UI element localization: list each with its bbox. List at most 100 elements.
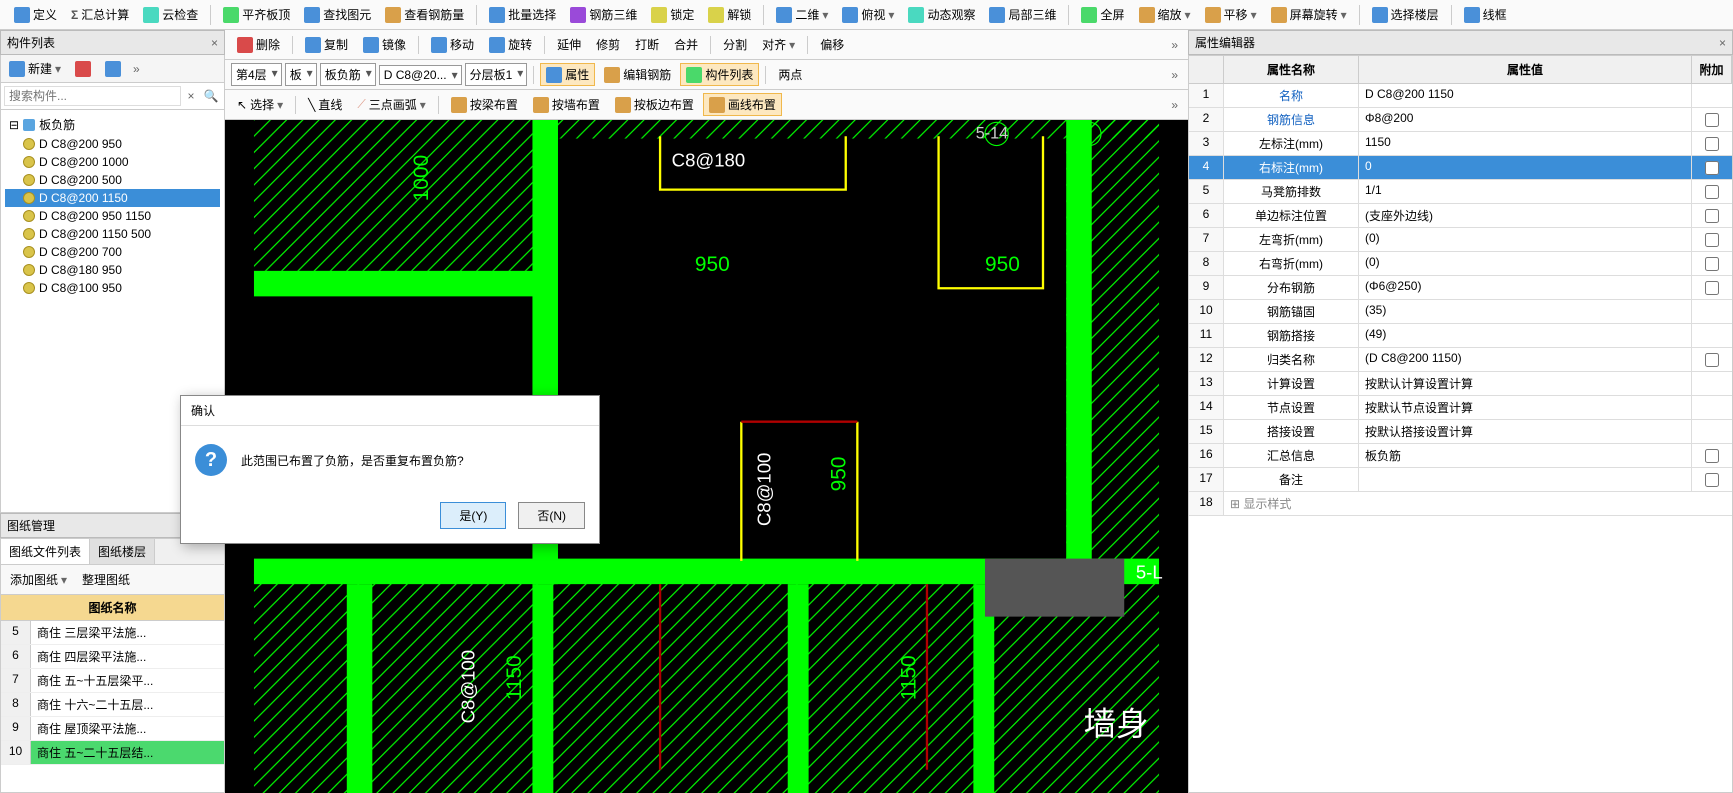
break-button[interactable]: 打断: [629, 33, 665, 56]
tree-item[interactable]: D C8@200 950: [5, 135, 220, 153]
define-button[interactable]: 定义: [8, 3, 63, 26]
lock-button[interactable]: 锁定: [645, 3, 700, 26]
two-point-button[interactable]: 两点: [772, 63, 808, 86]
tab-floor-list[interactable]: 图纸楼层: [90, 539, 155, 564]
extend-button[interactable]: 延伸: [551, 33, 587, 56]
draw-line-button[interactable]: 画线布置: [703, 93, 782, 116]
copy-button[interactable]: 复制: [299, 33, 354, 56]
property-row[interactable]: 14节点设置按默认节点设置计算: [1189, 396, 1732, 420]
append-checkbox[interactable]: [1705, 473, 1719, 487]
search-input[interactable]: [4, 86, 181, 106]
unlock-button[interactable]: 解锁: [702, 3, 757, 26]
tab-file-list[interactable]: 图纸文件列表: [1, 539, 90, 564]
copy-component-button[interactable]: [99, 58, 127, 80]
append-checkbox[interactable]: [1705, 281, 1719, 295]
merge-button[interactable]: 合并: [668, 33, 704, 56]
delete-button[interactable]: 删除: [231, 33, 286, 56]
by-beam-button[interactable]: 按梁布置: [445, 93, 524, 116]
mirror-button[interactable]: 镜像: [357, 33, 412, 56]
property-row[interactable]: 15搭接设置按默认搭接设置计算: [1189, 420, 1732, 444]
tree-item[interactable]: D C8@180 950: [5, 261, 220, 279]
line-tool-button[interactable]: ╲直线: [302, 93, 348, 116]
align-button[interactable]: 对齐▾: [756, 33, 801, 56]
move-button[interactable]: 移动: [425, 33, 480, 56]
property-row[interactable]: 9分布钢筋(Φ6@250): [1189, 276, 1732, 300]
close-icon[interactable]: ×: [211, 36, 218, 50]
tree-item[interactable]: D C8@200 1000: [5, 153, 220, 171]
property-row[interactable]: 5马凳筋排数1/1: [1189, 180, 1732, 204]
append-checkbox[interactable]: [1705, 353, 1719, 367]
property-row[interactable]: 12归类名称(D C8@200 1150): [1189, 348, 1732, 372]
property-row[interactable]: 3左标注(mm)1150: [1189, 132, 1732, 156]
subtype-select[interactable]: 板负筋: [320, 63, 376, 86]
fullscreen-button[interactable]: 全屏: [1075, 3, 1130, 26]
append-checkbox[interactable]: [1705, 209, 1719, 223]
batch-select-button[interactable]: 批量选择: [483, 3, 562, 26]
split-button[interactable]: 分割: [717, 33, 753, 56]
flat-top-button[interactable]: 平齐板顶: [217, 3, 296, 26]
rotate-button[interactable]: 旋转: [483, 33, 538, 56]
property-row[interactable]: 2钢筋信息Φ8@200: [1189, 108, 1732, 132]
property-row[interactable]: 16汇总信息板负筋: [1189, 444, 1732, 468]
property-row[interactable]: 11钢筋搭接(49): [1189, 324, 1732, 348]
drawing-row[interactable]: 5商住 三层梁平法施...: [1, 621, 224, 645]
attr-button[interactable]: 属性: [540, 63, 595, 86]
two-d-button[interactable]: 二维▾: [770, 3, 834, 26]
property-row[interactable]: 6单边标注位置(支座外边线): [1189, 204, 1732, 228]
tree-root[interactable]: ⊟ 板负筋: [5, 114, 220, 135]
zoom-button[interactable]: 缩放▾: [1133, 3, 1197, 26]
floor-select[interactable]: 第4层: [231, 63, 282, 86]
select-floor-button[interactable]: 选择楼层: [1366, 3, 1445, 26]
find-element-button[interactable]: 查找图元: [298, 3, 377, 26]
tree-item[interactable]: D C8@200 500: [5, 171, 220, 189]
clear-icon[interactable]: ×: [181, 86, 201, 106]
wireframe-button[interactable]: 线框: [1458, 3, 1513, 26]
append-checkbox[interactable]: [1705, 161, 1719, 175]
property-row[interactable]: 1名称D C8@200 1150: [1189, 84, 1732, 108]
no-button[interactable]: 否(N): [518, 502, 585, 529]
close-icon[interactable]: ×: [1719, 36, 1726, 50]
screen-rotate-button[interactable]: 屏幕旋转▾: [1265, 3, 1353, 26]
tree-item[interactable]: D C8@100 950: [5, 279, 220, 297]
arrange-drawing-button[interactable]: 整理图纸: [76, 568, 136, 591]
add-drawing-button[interactable]: 添加图纸▾: [4, 568, 73, 591]
append-checkbox[interactable]: [1705, 449, 1719, 463]
top-view-button[interactable]: 俯视▾: [836, 3, 900, 26]
property-row[interactable]: 7左弯折(mm)(0): [1189, 228, 1732, 252]
spec-select[interactable]: D C8@20...: [379, 65, 462, 85]
tree-item[interactable]: D C8@200 700: [5, 243, 220, 261]
expand-row[interactable]: 18 ⊞ 显示样式: [1189, 492, 1732, 516]
select-tool-button[interactable]: ↖选择▾: [231, 93, 289, 116]
property-row[interactable]: 10钢筋锚固(35): [1189, 300, 1732, 324]
chevron-right-icon[interactable]: »: [1167, 38, 1182, 52]
rebar-3d-button[interactable]: 钢筋三维: [564, 3, 643, 26]
append-checkbox[interactable]: [1705, 185, 1719, 199]
drawing-row[interactable]: 9商住 屋顶梁平法施...: [1, 717, 224, 741]
tree-item[interactable]: D C8@200 1150 500: [5, 225, 220, 243]
offset-button[interactable]: 偏移: [814, 33, 850, 56]
append-checkbox[interactable]: [1705, 113, 1719, 127]
local-3d-button[interactable]: 局部三维: [983, 3, 1062, 26]
view-rebar-button[interactable]: 查看钢筋量: [379, 3, 470, 26]
type-select[interactable]: 板: [285, 63, 317, 86]
by-edge-button[interactable]: 按板边布置: [609, 93, 700, 116]
append-checkbox[interactable]: [1705, 137, 1719, 151]
chevron-right-icon[interactable]: »: [1167, 68, 1182, 82]
drawing-row[interactable]: 10商住 五~二十五层结...: [1, 741, 224, 765]
chevron-right-icon[interactable]: »: [1167, 98, 1182, 112]
property-row[interactable]: 13计算设置按默认计算设置计算: [1189, 372, 1732, 396]
drawing-row[interactable]: 6商住 四层梁平法施...: [1, 645, 224, 669]
append-checkbox[interactable]: [1705, 257, 1719, 271]
search-icon[interactable]: 🔍: [201, 86, 221, 106]
pan-button[interactable]: 平移▾: [1199, 3, 1263, 26]
component-list-button[interactable]: 构件列表: [680, 63, 759, 86]
chevron-right-icon[interactable]: »: [129, 62, 144, 76]
cloud-check-button[interactable]: 云检查: [137, 3, 204, 26]
new-component-button[interactable]: 新建▾: [3, 57, 67, 80]
tree-item[interactable]: D C8@200 950 1150: [5, 207, 220, 225]
property-row[interactable]: 8右弯折(mm)(0): [1189, 252, 1732, 276]
by-wall-button[interactable]: 按墙布置: [527, 93, 606, 116]
arc-tool-button[interactable]: ⟋三点画弧▾: [351, 93, 431, 116]
delete-component-button[interactable]: [69, 58, 97, 80]
dynamic-view-button[interactable]: 动态观察: [902, 3, 981, 26]
